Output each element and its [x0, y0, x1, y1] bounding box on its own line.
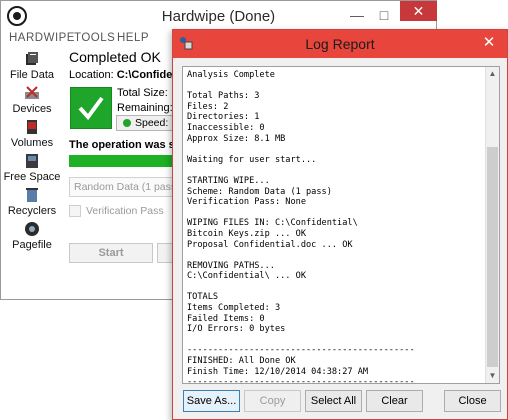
free-space-icon: [26, 154, 38, 168]
log-line: REMOVING PATHS...: [187, 260, 275, 271]
wipe-method-value: Random Data (1 pass): [74, 181, 180, 193]
scroll-thumb[interactable]: [487, 147, 498, 367]
log-line: Directories: 1: [187, 112, 260, 123]
sidebar-item-file-data[interactable]: File Data: [1, 51, 63, 81]
scroll-up-icon[interactable]: ▲: [486, 67, 499, 81]
sidebar-item-free-space[interactable]: Free Space: [1, 153, 63, 183]
verification-label: Verification Pass: [86, 205, 164, 217]
log-line: Inaccessible: 0: [187, 122, 265, 133]
log-line: Analysis Complete: [187, 70, 275, 80]
log-line: Total Paths: 3: [187, 91, 260, 102]
log-line: Finish Time: 12/10/2014 04:38:27 AM: [187, 366, 369, 377]
total-size-label: Total Size:: [117, 87, 168, 99]
speed-label: Speed:: [135, 117, 169, 129]
verification-pass-checkbox[interactable]: Verification Pass: [69, 205, 164, 218]
status-title: Completed OK: [69, 49, 161, 65]
success-check-icon: [70, 87, 112, 129]
file-data-icon: [26, 52, 38, 65]
log-line: Files: 2: [187, 101, 229, 112]
volumes-icon: [27, 120, 37, 134]
log-line: WIPING FILES IN: C:\Confidential\: [187, 218, 358, 229]
checkbox-icon: [69, 205, 81, 218]
recycler-icon: [26, 188, 38, 202]
speed-button[interactable]: Speed:: [116, 115, 174, 131]
close-button[interactable]: ✕: [400, 1, 437, 21]
log-window-title: Log Report: [305, 36, 375, 52]
log-line: ----------------------------------------…: [187, 377, 415, 384]
menu-hardwipe[interactable]: HARDWIPE: [9, 32, 75, 44]
sidebar-item-label: Volumes: [10, 137, 54, 149]
log-line: ----------------------------------------…: [187, 345, 415, 356]
speed-status-icon: [123, 119, 131, 127]
sidebar-item-label: Devices: [12, 103, 52, 115]
copy-button[interactable]: Copy: [244, 390, 301, 412]
start-button[interactable]: Start: [69, 243, 153, 263]
sidebar-item-label: Free Space: [3, 171, 61, 183]
menu-tools[interactable]: TOOLS: [74, 32, 115, 44]
pagefile-icon: [25, 222, 39, 236]
clear-button[interactable]: Clear: [366, 390, 423, 412]
sidebar-item-volumes[interactable]: Volumes: [1, 119, 63, 149]
log-line: FINISHED: All Done OK: [187, 356, 296, 367]
location-label: Location:: [69, 69, 114, 81]
sidebar-item-label: Pagefile: [12, 239, 52, 251]
select-all-button[interactable]: Select All: [305, 390, 362, 412]
scroll-down-icon[interactable]: ▼: [486, 369, 499, 383]
title-bar: Hardwipe (Done) — □ ✕: [1, 1, 437, 31]
log-text-area[interactable]: Analysis Complete Total Paths: 3 Files: 2…: [182, 66, 500, 384]
log-line: TOTALS: [187, 292, 219, 303]
remaining-label: Remaining:: [117, 102, 173, 114]
sidebar-item-pagefile[interactable]: Pagefile: [1, 221, 63, 251]
log-line: Waiting for user start...: [187, 154, 317, 165]
log-line: Scheme: Random Data (1 pass): [187, 186, 332, 197]
log-line: I/O Errors: 0 bytes: [187, 324, 286, 335]
sidebar-item-recyclers[interactable]: Recyclers: [1, 187, 63, 217]
log-report-window: Log Report ✕ Analysis Complete Total Pat…: [172, 29, 508, 420]
log-title-bar: Log Report ✕: [173, 30, 507, 58]
log-line: Failed Items: 0: [187, 313, 265, 324]
log-content: Analysis Complete Total Paths: 3 Files: 2…: [187, 70, 485, 384]
log-line: Approx Size: 8.1 MB: [187, 133, 286, 144]
sidebar-item-devices[interactable]: Devices: [1, 85, 63, 115]
log-scrollbar[interactable]: ▲ ▼: [485, 67, 499, 383]
window-title: Hardwipe (Done): [161, 8, 276, 25]
save-as-button[interactable]: Save As...: [183, 390, 240, 412]
sidebar-item-label: File Data: [9, 69, 55, 81]
maximize-button[interactable]: □: [373, 7, 395, 23]
log-line: Bitcoin Keys.zip ... OK: [187, 228, 306, 239]
log-line: Verification Pass: None: [187, 197, 306, 208]
minimize-button[interactable]: —: [346, 7, 368, 23]
log-close-icon[interactable]: ✕: [477, 33, 501, 53]
sidebar-item-label: Recyclers: [7, 205, 57, 217]
close-button[interactable]: Close: [444, 390, 501, 412]
log-line: Proposal Confidential.doc ... OK: [187, 239, 353, 250]
devices-icon: [25, 86, 39, 99]
log-line: C:\Confidential\ ... OK: [187, 271, 306, 282]
menu-help[interactable]: HELP: [117, 32, 149, 44]
log-line: STARTING WIPE...: [187, 175, 270, 186]
log-line: Items Completed: 3: [187, 303, 281, 314]
